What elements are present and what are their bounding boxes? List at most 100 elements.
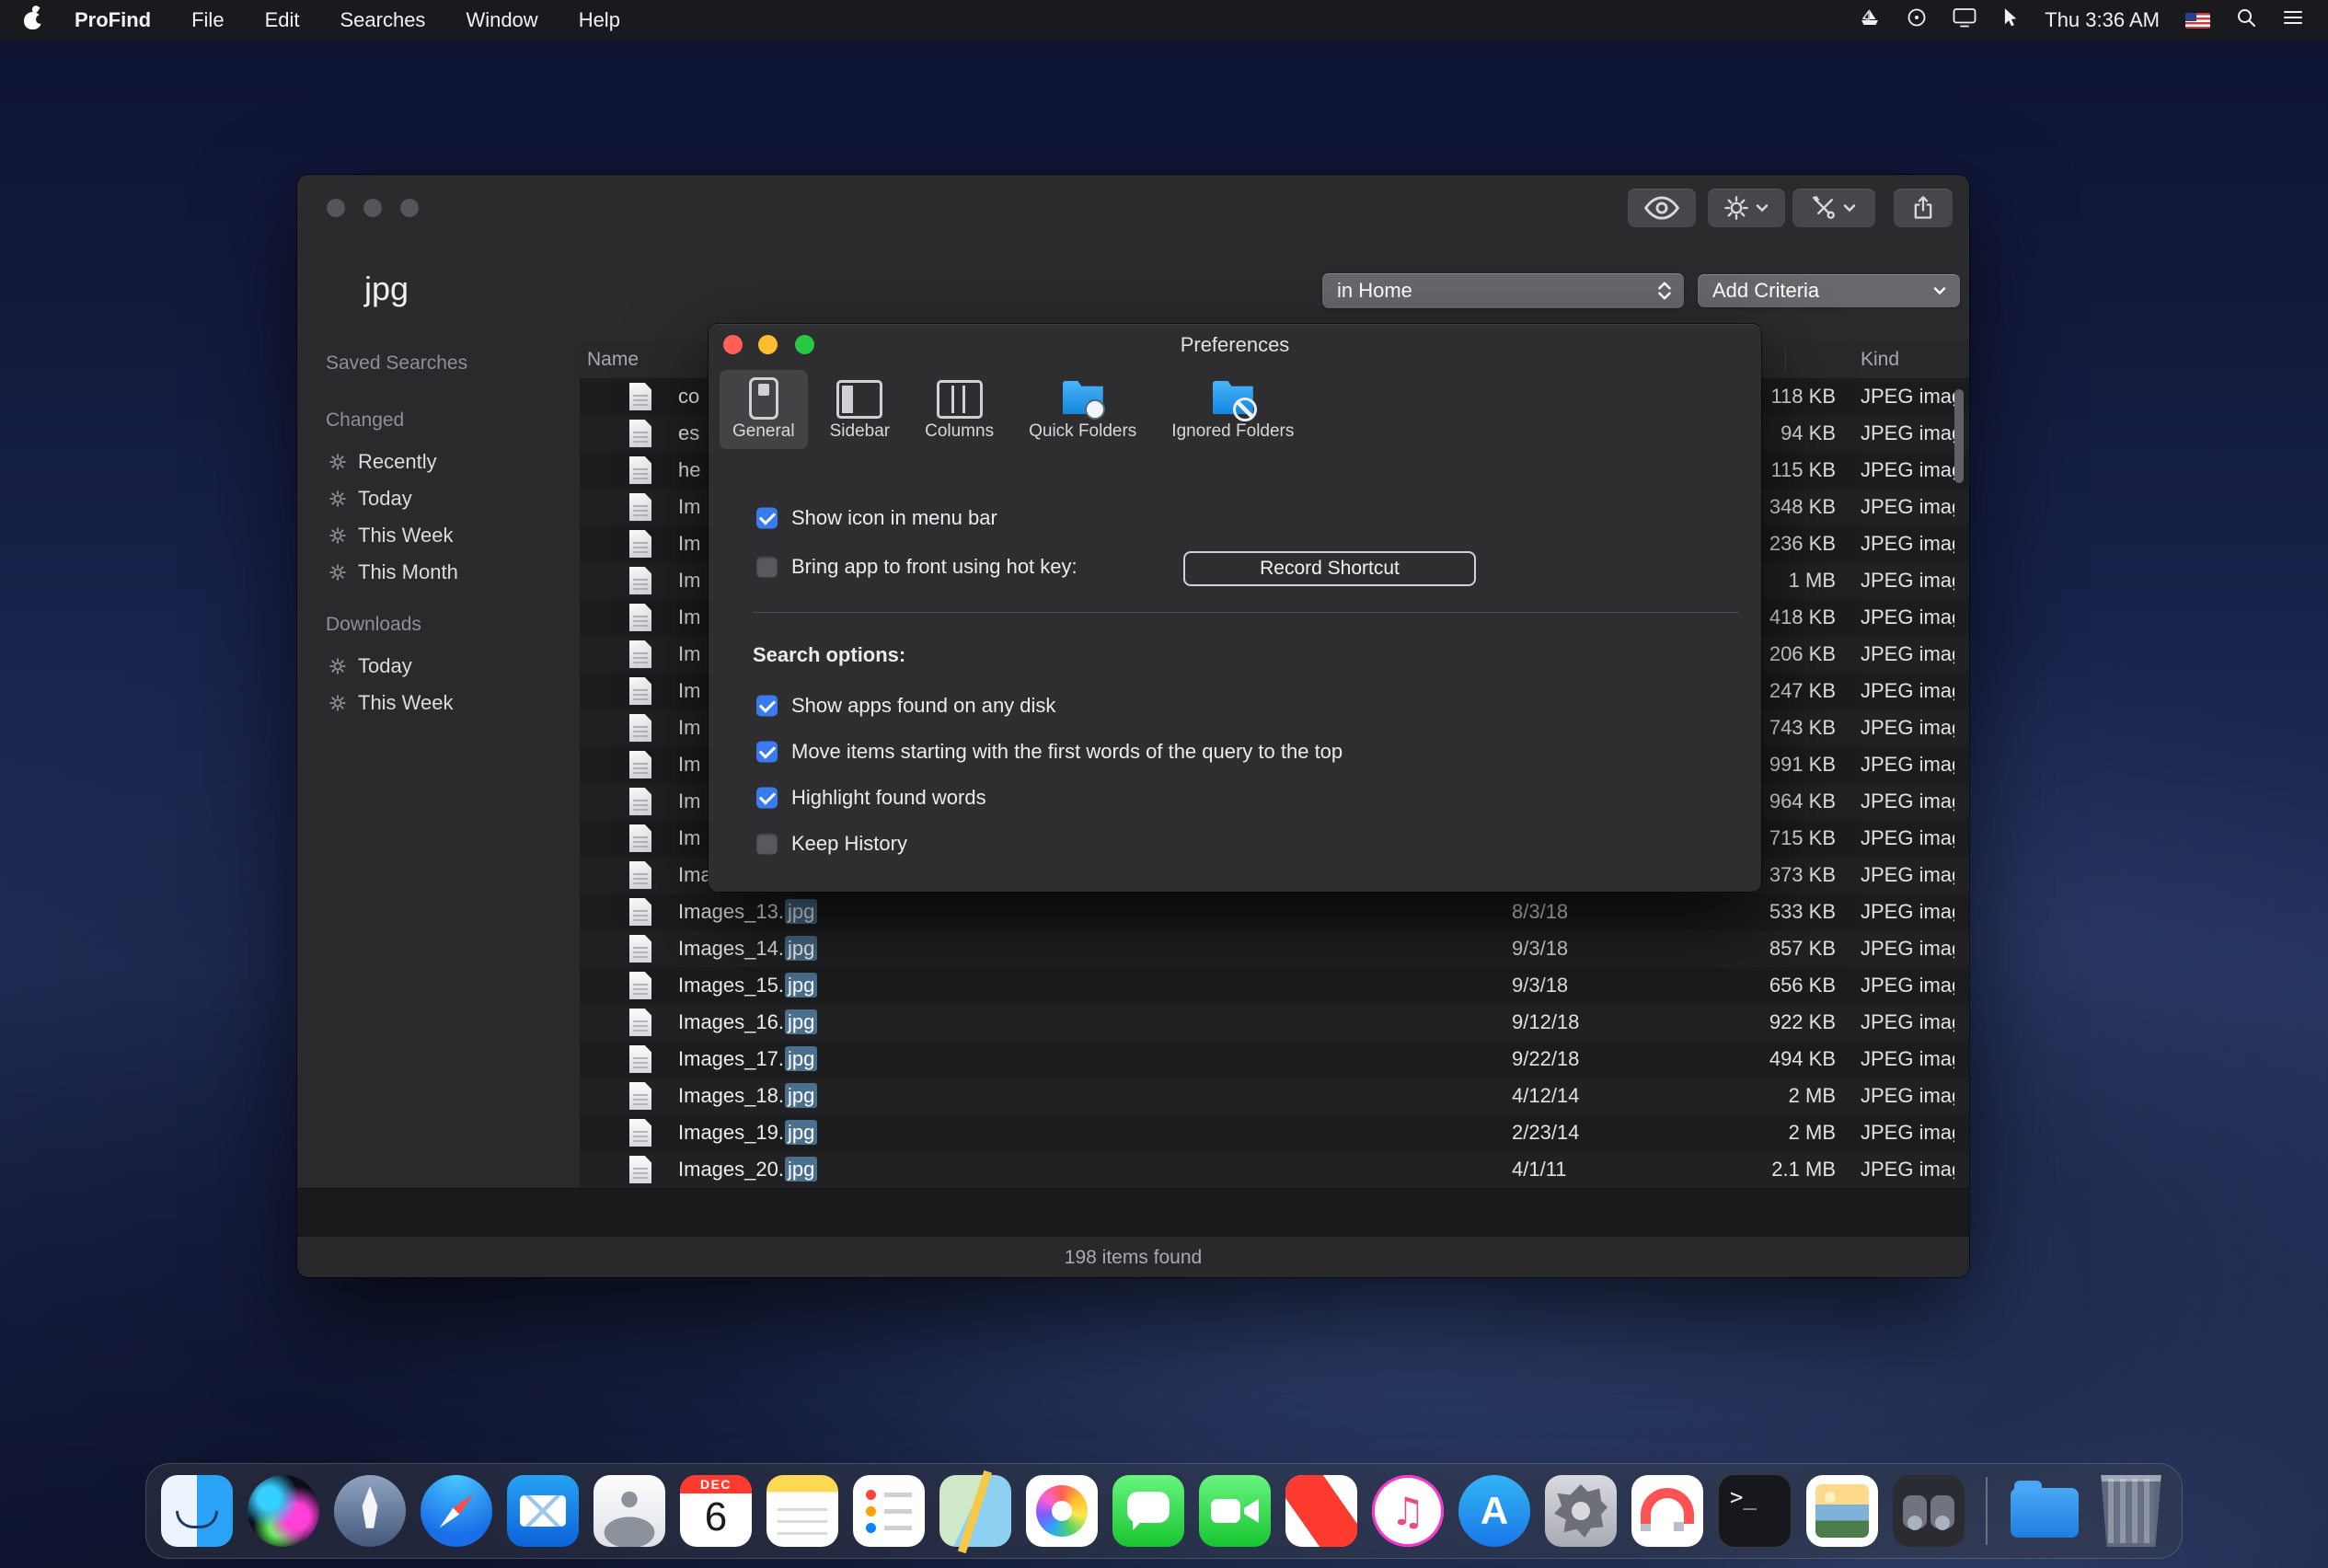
table-row[interactable]: Images_16.jpg 9/12/18 922 KB JPEG image [580, 1004, 1969, 1041]
dock-icon-glyph [2009, 1475, 2080, 1547]
dock-item-calendar[interactable]: DEC 6 [680, 1475, 752, 1547]
dock-item-safari[interactable] [421, 1475, 492, 1547]
sidebar-item-this-month[interactable]: This Month [297, 554, 580, 591]
dock-item-facetime[interactable] [1199, 1475, 1271, 1547]
dock-item-finder[interactable] [161, 1475, 233, 1547]
document-icon [629, 898, 651, 926]
checkbox[interactable] [756, 834, 778, 855]
dock-item-itunes[interactable]: ♫ [1372, 1475, 1444, 1547]
column-name[interactable]: Name [587, 349, 639, 371]
close-button[interactable] [327, 199, 345, 217]
dock-item-photos[interactable] [1026, 1475, 1098, 1547]
dock-item-downloads-folder[interactable] [2009, 1475, 2080, 1547]
tools-button[interactable] [1792, 189, 1875, 227]
chevron-down-icon [1755, 203, 1769, 213]
document-icon [629, 456, 651, 484]
highlighted-term: jpg [785, 1120, 817, 1145]
table-row[interactable]: Images_20.jpg 4/1/11 2.1 MB JPEG image [580, 1151, 1969, 1188]
dock-item-appstore[interactable]: A [1458, 1475, 1530, 1547]
search-term-field[interactable]: jpg [364, 270, 409, 308]
file-kind: JPEG image [1861, 1084, 1954, 1108]
share-button[interactable] [1894, 189, 1953, 227]
tab-columns[interactable]: Columns [912, 370, 1007, 449]
dock-item-trash[interactable] [2095, 1475, 2167, 1547]
checkbox[interactable] [756, 788, 778, 809]
input-source-flag-icon[interactable] [2185, 13, 2210, 29]
highlighted-term: jpg [785, 899, 817, 924]
menu-app-name[interactable]: ProFind [75, 8, 151, 32]
dock-item-contacts[interactable] [594, 1475, 665, 1547]
table-row[interactable]: Images_14.jpg 9/3/18 857 KB JPEG image [580, 930, 1969, 967]
spotlight-search-icon[interactable] [2236, 7, 2256, 33]
dock-item-separator[interactable] [1979, 1475, 1994, 1547]
menu-window[interactable]: Window [466, 8, 537, 32]
action-gear-button[interactable] [1708, 189, 1785, 227]
dock-item-maps[interactable] [939, 1475, 1011, 1547]
menu-file[interactable]: File [191, 8, 224, 32]
preview-toggle-button[interactable] [1628, 189, 1696, 227]
add-criteria-popup[interactable]: Add Criteria [1698, 274, 1960, 307]
checkbox[interactable] [756, 696, 778, 717]
file-name: Im [678, 679, 700, 703]
file-date: 2/23/14 [1512, 1121, 1579, 1145]
notification-center-icon[interactable] [2282, 8, 2304, 32]
sidebar-item-today[interactable]: Today [297, 480, 580, 517]
pref-show-icon-row[interactable]: Show icon in menu bar [709, 502, 1761, 534]
tab-sidebar[interactable]: Sidebar [817, 370, 904, 449]
pref-checkbox-keep-history[interactable]: Keep History [709, 821, 1761, 867]
table-row[interactable]: Images_19.jpg 2/23/14 2 MB JPEG image [580, 1114, 1969, 1151]
ring-status-icon[interactable] [1907, 7, 1927, 33]
dock-item-reminders[interactable] [853, 1475, 925, 1547]
table-row[interactable]: Images_17.jpg 9/22/18 494 KB JPEG image [580, 1041, 1969, 1078]
zoom-button[interactable] [400, 199, 419, 217]
pref-checkbox-highlight-found-words[interactable]: Highlight found words [709, 775, 1761, 821]
file-name: Im [678, 532, 700, 556]
document-icon [629, 751, 651, 778]
table-row[interactable]: Images_13.jpg 8/3/18 533 KB JPEG image [580, 894, 1969, 930]
tab-general[interactable]: General [720, 370, 808, 449]
record-shortcut-button[interactable]: Record Shortcut [1183, 551, 1476, 586]
checkbox[interactable] [756, 557, 778, 578]
checkbox[interactable] [756, 508, 778, 529]
dock-item-preview[interactable] [1806, 1475, 1878, 1547]
dock-item-terminal[interactable]: >_ [1718, 1474, 1792, 1548]
sidebar-item-this-week[interactable]: This Week [297, 685, 580, 721]
tab-icon [1209, 375, 1257, 420]
scope-popup[interactable]: in Home [1322, 273, 1684, 308]
document-icon [629, 567, 651, 594]
minimize-button[interactable] [363, 199, 382, 217]
dock-icon-glyph [1979, 1475, 1994, 1547]
menu-bar-clock[interactable]: Thu 3:36 AM [2045, 8, 2160, 32]
dock-item-siri[interactable] [248, 1475, 319, 1547]
menu-help[interactable]: Help [579, 8, 620, 32]
dock-item-news[interactable] [1285, 1475, 1357, 1547]
sidebar-item-label: Today [358, 654, 412, 678]
boat-status-icon[interactable] [1859, 7, 1881, 33]
file-name: Im [678, 790, 700, 813]
pref-checkbox-move-items-starting-with-the-first-words-of-the-query-to-the-top[interactable]: Move items starting with the first words… [709, 729, 1761, 775]
sidebar-item-this-week[interactable]: This Week [297, 517, 580, 554]
table-row[interactable]: Images_18.jpg 4/12/14 2 MB JPEG image [580, 1078, 1969, 1114]
tab-quick-folders[interactable]: Quick Folders [1016, 370, 1149, 449]
file-kind: JPEG image [1861, 790, 1954, 813]
dock-item-profind[interactable] [1893, 1475, 1965, 1547]
dock-item-magnet[interactable] [1631, 1475, 1703, 1547]
dock-item-notes[interactable] [766, 1475, 838, 1547]
cursor-status-icon[interactable] [2002, 7, 2019, 33]
column-kind[interactable]: Kind [1861, 349, 1899, 371]
sidebar-item-today[interactable]: Today [297, 648, 580, 685]
pref-checkbox-show-apps-found-on-any-disk[interactable]: Show apps found on any disk [709, 683, 1761, 729]
dock-item-messages[interactable] [1112, 1475, 1184, 1547]
dock-item-mail[interactable] [507, 1475, 579, 1547]
vertical-scrollbar[interactable] [1954, 389, 1964, 483]
apple-menu-icon[interactable] [24, 12, 41, 29]
dock-item-launchpad[interactable] [334, 1475, 406, 1547]
sidebar-item-recently[interactable]: Recently [297, 444, 580, 480]
display-status-icon[interactable] [1953, 7, 1976, 33]
checkbox[interactable] [756, 742, 778, 763]
table-row[interactable]: Images_15.jpg 9/3/18 656 KB JPEG image [580, 967, 1969, 1004]
menu-edit[interactable]: Edit [265, 8, 300, 32]
tab-ignored-folders[interactable]: Ignored Folders [1158, 370, 1307, 449]
menu-searches[interactable]: Searches [340, 8, 425, 32]
dock-item-system-preferences[interactable] [1545, 1475, 1617, 1547]
